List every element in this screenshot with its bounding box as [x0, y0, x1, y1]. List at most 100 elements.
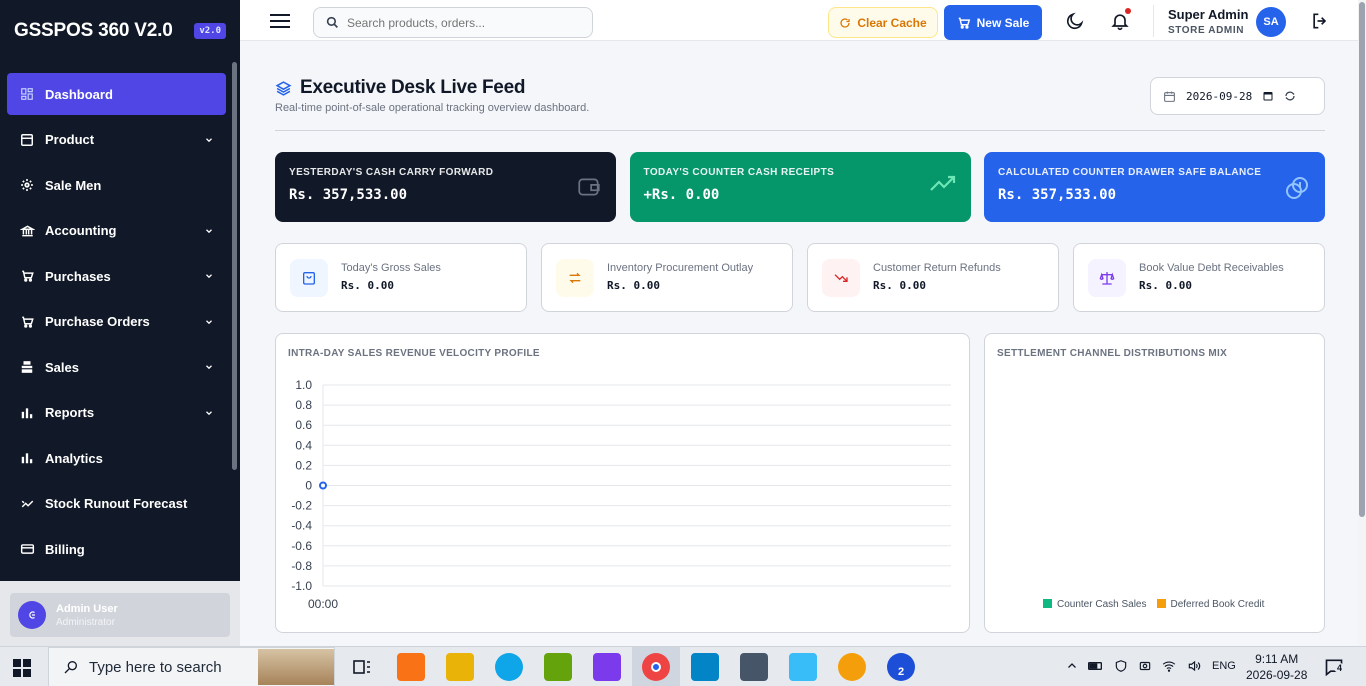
sidebar-item-label: Accounting — [45, 223, 117, 238]
sidebar-item-label: Dashboard — [45, 86, 113, 102]
chrome-icon[interactable] — [642, 653, 670, 681]
task-view-icon[interactable] — [348, 653, 376, 681]
github-desktop-icon[interactable]: 2 — [887, 653, 915, 681]
brand: GSSPOS 360 V2.0 v2.0 — [0, 0, 240, 62]
clear-cache-button[interactable]: Clear Cache — [828, 7, 938, 38]
header-divider — [275, 130, 1325, 131]
kpi-label: YESTERDAY'S CASH CARRY FORWARD — [289, 167, 494, 178]
stat-label: Customer Return Refunds — [873, 262, 1001, 274]
logout-button[interactable] — [1309, 10, 1331, 32]
sidebar-nav: Dashboard Product Sale Men Accounting Pu… — [7, 73, 226, 574]
clock-date: 2026-09-28 — [1246, 668, 1308, 682]
chevron-down-icon[interactable] — [204, 133, 214, 148]
visual-studio-icon[interactable] — [593, 653, 621, 681]
notifications-button[interactable] — [1109, 8, 1131, 32]
vscode-icon[interactable] — [691, 653, 719, 681]
stat-label: Today's Gross Sales — [341, 262, 441, 274]
bar-chart-icon — [19, 405, 35, 421]
sidebar-item-purchases[interactable]: Purchases — [7, 255, 226, 297]
stat-label: Inventory Procurement Outlay — [607, 262, 754, 274]
moon-icon — [1066, 12, 1084, 30]
menu-toggle-button[interactable] — [270, 14, 290, 33]
calendar-icon — [1164, 91, 1175, 102]
sidebar-item-purchase-orders[interactable]: Purchase Orders — [7, 301, 226, 343]
sidebar-item-label: Analytics — [45, 450, 103, 466]
tools-icon[interactable] — [544, 653, 572, 681]
search-box[interactable] — [313, 7, 593, 38]
new-sale-button[interactable]: New Sale — [944, 5, 1042, 40]
clear-cache-label: Clear Cache — [857, 15, 927, 30]
cart-icon — [19, 268, 35, 284]
grid-icon — [19, 86, 35, 102]
stat-card-3: Customer Return Refunds Rs. 0.00 — [807, 243, 1059, 312]
sidebar-item-dashboard[interactable]: Dashboard — [7, 73, 226, 115]
folder-icon[interactable] — [446, 653, 474, 681]
chevron-down-icon[interactable] — [204, 269, 214, 284]
sidebar-item-label: Purchases — [45, 268, 111, 284]
sidebar-item-accounting[interactable]: Accounting — [7, 210, 226, 252]
battery-icon — [1088, 662, 1102, 670]
y-tick-label: 0.4 — [295, 438, 312, 452]
trend-icon — [19, 496, 35, 512]
legend-item[interactable]: Counter Cash Sales — [1043, 599, 1147, 610]
legend-label: Deferred Book Credit — [1170, 599, 1265, 610]
legend-item[interactable]: Deferred Book Credit — [1156, 599, 1265, 610]
cart-icon — [19, 314, 35, 330]
sidebar-item-billing[interactable]: Billing — [7, 528, 226, 570]
stat-value: Rs. 0.00 — [607, 279, 660, 292]
kpi-value: Rs. 357,533.00 — [998, 187, 1117, 203]
system-tray: ENG — [1066, 659, 1236, 673]
notification-dot — [1125, 8, 1131, 14]
search-icon — [326, 16, 338, 28]
admin-avatar[interactable]: SA — [1256, 7, 1286, 37]
sidebar-item-product[interactable]: Product — [7, 119, 226, 161]
kpi-value: Rs. 357,533.00 — [289, 187, 408, 203]
dark-mode-toggle[interactable] — [1064, 10, 1086, 32]
search-input[interactable] — [347, 15, 567, 30]
sidebar-item-reports[interactable]: Reports — [7, 392, 226, 434]
user-card[interactable]: Admin User Administrator — [10, 593, 230, 637]
chevron-down-icon[interactable] — [204, 360, 214, 375]
xampp-icon[interactable] — [838, 653, 866, 681]
stat-label: Book Value Debt Receivables — [1139, 262, 1284, 274]
system-clock[interactable]: 9:11 AM 2026-09-28 — [1246, 651, 1307, 683]
y-tick-label: 1.0 — [295, 378, 312, 392]
notification-count-badge: 4 — [1334, 663, 1346, 673]
postgres-icon[interactable] — [740, 653, 768, 681]
sales-velocity-panel: INTRA-DAY SALES REVENUE VELOCITY PROFILE… — [275, 333, 970, 633]
sidebar-item-sale-men[interactable]: Sale Men — [7, 164, 226, 206]
taskbar-search-placeholder: Type here to search — [89, 658, 222, 676]
admin-info[interactable]: Super Admin STORE ADMIN — [1168, 7, 1248, 36]
card-icon — [19, 541, 35, 557]
trend-down-icon — [822, 259, 860, 297]
date-filter[interactable]: 2026-09-28 — [1150, 77, 1325, 115]
sublime-icon[interactable] — [397, 653, 425, 681]
stat-card-4: Book Value Debt Receivables Rs. 0.00 — [1073, 243, 1325, 312]
data-point[interactable] — [319, 481, 327, 490]
sales-velocity-chart: 1.0 0.8 0.6 0.4 0.2 0 -0.2 -0.4 -0.6 -0.8 -1.0 00:0… — [291, 378, 951, 611]
search-highlight-image[interactable] — [258, 649, 334, 685]
edge-icon[interactable] — [495, 653, 523, 681]
date-input-value[interactable]: 2026-09-28 — [1186, 90, 1252, 103]
chevron-down-icon[interactable] — [204, 406, 214, 421]
bank-icon — [19, 223, 35, 239]
admin-role: STORE ADMIN — [1168, 25, 1245, 36]
y-tick-label: 0 — [305, 479, 312, 493]
chevron-down-icon[interactable] — [204, 224, 214, 239]
notepad-icon[interactable] — [789, 653, 817, 681]
action-center-button[interactable]: 4 — [1324, 657, 1346, 682]
sidebar-item-stock-runout-forecast[interactable]: Stock Runout Forecast — [7, 483, 226, 525]
sidebar-item-analytics[interactable]: Analytics — [7, 437, 226, 479]
sidebar-item-sales[interactable]: Sales — [7, 346, 226, 388]
start-button[interactable] — [13, 659, 31, 682]
sidebar-item-label: Product — [45, 132, 95, 147]
chevron-down-icon[interactable] — [204, 315, 214, 330]
hamburger-icon — [270, 14, 290, 28]
page-scrollbar[interactable] — [1358, 0, 1366, 646]
sidebar-scrollbar[interactable] — [232, 62, 237, 470]
y-tick-label: 0.2 — [295, 458, 312, 472]
language-indicator[interactable]: ENG — [1212, 660, 1236, 672]
scale-icon — [1088, 259, 1126, 297]
brand-name: GSSPOS 360 V2.0 — [14, 20, 173, 41]
register-icon — [19, 359, 35, 375]
